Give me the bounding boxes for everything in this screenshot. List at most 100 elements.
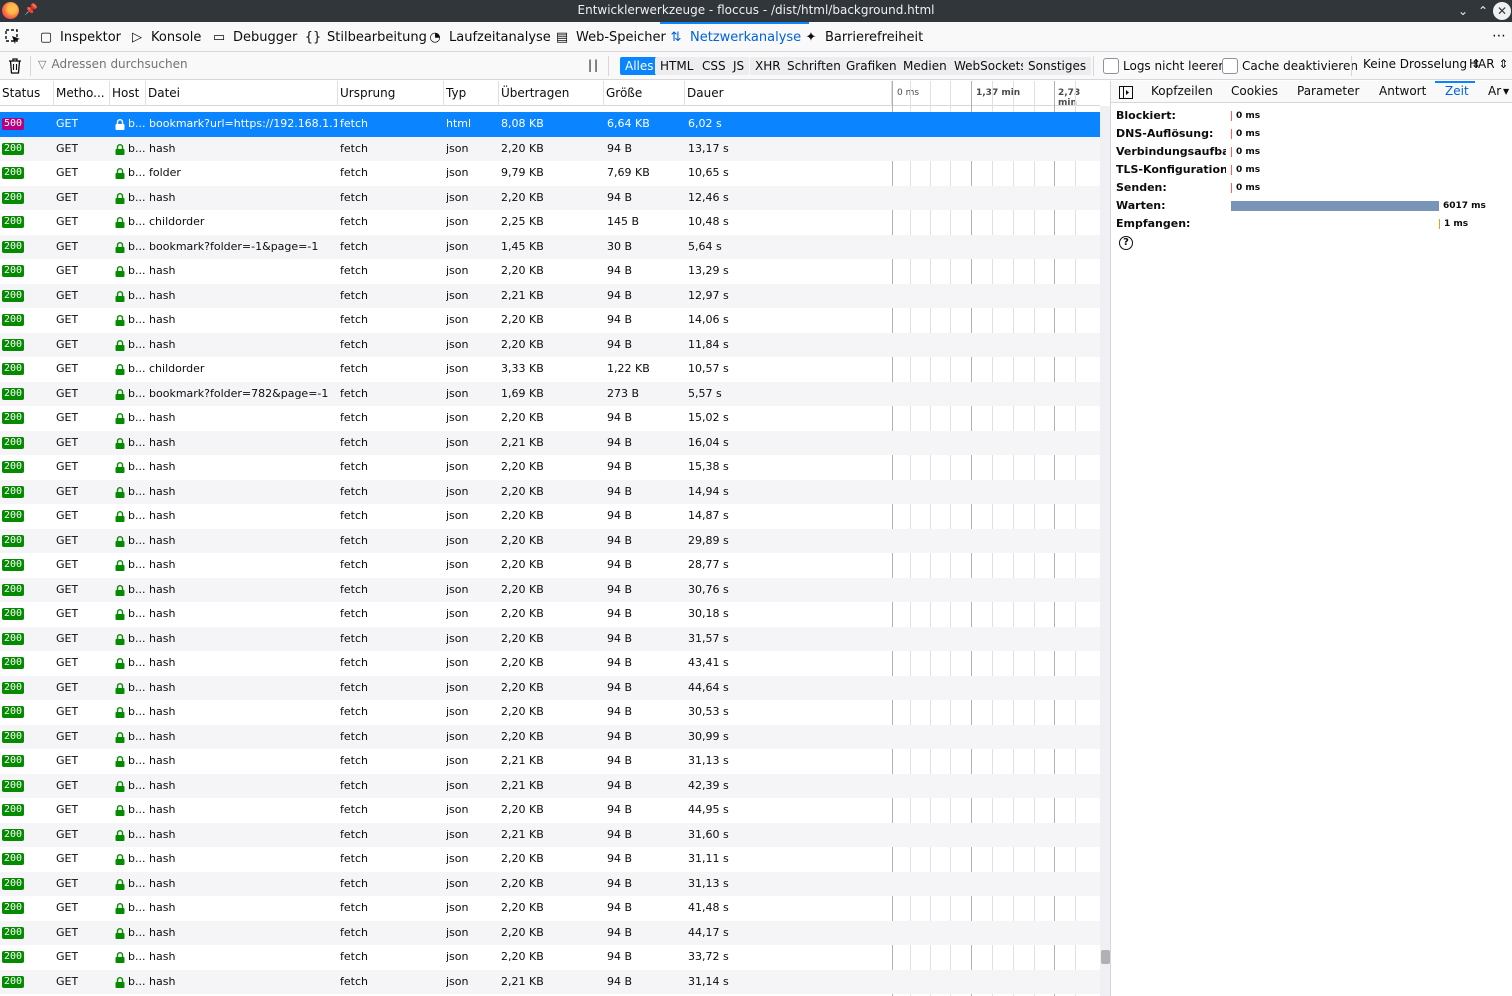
filter-type-xhr[interactable]: XHR (750, 57, 786, 75)
pause-recording-button[interactable]: || (588, 58, 600, 72)
toggle-sidebar-icon[interactable] (1119, 86, 1133, 99)
tab-laufzeitanalyse[interactable]: ◔ Laufzeitanalyse (427, 22, 550, 52)
tab-konsole[interactable]: ▷ Konsole (129, 22, 201, 52)
table-row[interactable]: 200 GET b... childorder fetch json 2,25 KB 145 … (0, 210, 1100, 235)
table-row[interactable]: 200 GET b... hash fetch json 2,20 KB 94 B 14,06 … (0, 308, 1100, 333)
checkbox-box[interactable] (1103, 58, 1119, 74)
tabs-overflow-arrow-icon[interactable]: ▼ (1503, 87, 1509, 96)
table-row[interactable]: 200 GET b... hash fetch json 2,20 KB 94 B 12,46 … (0, 185, 1100, 210)
maximize-button[interactable]: ⌃ (1474, 2, 1492, 20)
table-row[interactable]: 200 GET b... hash fetch json 2,21 KB 94 B 31,13 … (0, 749, 1100, 774)
table-row[interactable]: 200 GET b... hash fetch json 2,20 KB 94 B 11,84 … (0, 332, 1100, 357)
table-row[interactable]: 200 GET b... hash fetch json 2,20 KB 94 B 31,13 … (0, 871, 1100, 896)
tab-barrierefreiheit[interactable]: ✦ Barrierefreiheit (803, 22, 924, 52)
table-row[interactable]: 200 GET b... hash fetch json 2,21 KB 94 B 16,04 … (0, 430, 1100, 455)
cell-size: 94 B (607, 925, 633, 939)
table-row[interactable]: 200 GET b... hash fetch json 2,21 KB 94 B 31,14 … (0, 969, 1100, 994)
column-header-ursprung[interactable]: Ursprung (338, 81, 444, 106)
table-row[interactable]: 200 GET b... hash fetch json 2,20 KB 94 B 30,99 … (0, 724, 1100, 749)
table-row[interactable]: 200 GET b... bookmark?folder=-1&page=-1 fetc… (0, 234, 1100, 259)
cell-file: hash (149, 754, 176, 767)
column-header-host[interactable]: Host (110, 81, 146, 106)
cell-transferred: 2,20 KB (501, 460, 544, 473)
tab-stilbearbeitung[interactable]: {} Stilbearbeitung (305, 22, 427, 52)
requests-scrollbar-thumb[interactable] (1101, 950, 1110, 964)
help-icon[interactable]: ? (1119, 236, 1133, 250)
filter-type-alles[interactable]: Alles (620, 57, 659, 75)
table-row-selected[interactable]: 500 GET b... bookmark?url=https://192.168.1… (0, 112, 1100, 137)
overflow-menu-icon[interactable]: ⋯ (1492, 28, 1506, 44)
table-row[interactable]: 200 GET b... hash fetch json 2,20 KB 94 B 14,94 … (0, 479, 1100, 504)
table-row[interactable]: 200 GET b... hash fetch json 2,20 KB 94 B 44,64 … (0, 675, 1100, 700)
persist-logs-checkbox[interactable]: Logs nicht leeren (1103, 58, 1226, 74)
column-header-metho[interactable]: Metho... (54, 81, 110, 106)
filter-type-grafiken[interactable]: Grafiken (841, 57, 902, 75)
cell-file: hash (149, 607, 176, 620)
table-row[interactable]: 200 GET b... hash fetch json 2,20 KB 94 B 43,41 … (0, 651, 1100, 676)
cell-type: json (446, 901, 469, 914)
cell-type: json (446, 533, 469, 547)
column-header-datei[interactable]: Datei (146, 81, 338, 106)
har-menu-button[interactable]: HAR ⇕ (1469, 57, 1508, 71)
column-header-dauer[interactable]: Dauer (685, 81, 892, 106)
element-picker-icon[interactable] (5, 29, 21, 45)
table-row[interactable]: 200 GET b... hash fetch json 2,20 KB 94 B 44,95 … (0, 798, 1100, 823)
table-row[interactable]: 200 GET b... hash fetch json 2,20 KB 94 B 41,48 … (0, 896, 1100, 921)
close-button[interactable]: ✕ (1493, 2, 1511, 20)
cell-file: hash (149, 705, 176, 718)
table-row[interactable]: 200 GET b... hash fetch json 2,20 KB 94 B 15,02 … (0, 406, 1100, 431)
details-tab-cookies[interactable]: Cookies (1231, 84, 1278, 98)
table-row[interactable]: 200 GET b... hash fetch json 2,20 KB 94 B 44,17 … (0, 920, 1100, 945)
table-row[interactable]: 200 GET b... hash fetch json 2,21 KB 94 B 31,60 … (0, 822, 1100, 847)
table-row[interactable]: 200 GET b... childorder fetch json 3,33 KB 1,22… (0, 357, 1100, 382)
table-row[interactable]: 200 GET b... hash fetch json 2,20 KB 94 B 30,53 … (0, 700, 1100, 725)
table-row[interactable]: 200 GET b... hash fetch json 2,21 KB 94 B 42,39 … (0, 773, 1100, 798)
table-row[interactable]: 200 GET b... hash fetch json 2,20 KB 94 B 31,11 … (0, 847, 1100, 872)
tab-inspektor[interactable]: ▢ Inspektor (38, 22, 121, 52)
table-row[interactable]: 200 GET b... hash fetch json 2,21 KB 94 B 12,97 … (0, 283, 1100, 308)
filter-type-css[interactable]: CSS (697, 57, 731, 75)
filter-type-js[interactable]: JS (728, 57, 750, 75)
cell-host: b... (128, 656, 146, 669)
filter-type-schriften[interactable]: Schriften (782, 57, 846, 75)
tab-debugger[interactable]: ▭ Debugger (211, 22, 298, 52)
cell-host: b... (128, 337, 146, 351)
table-row[interactable]: 200 GET b... hash fetch json 2,20 KB 94 B 13,17 … (0, 136, 1100, 161)
details-tab-antwort[interactable]: Antwort (1379, 84, 1426, 98)
tab-web-speicher[interactable]: ▤ Web-Speicher (554, 22, 666, 52)
timing-value: 0 ms (1236, 129, 1261, 139)
table-row[interactable]: 200 GET b... hash fetch json 2,20 KB 94 B 13,29 … (0, 259, 1100, 284)
clear-trash-icon[interactable] (8, 58, 22, 74)
details-tab-parameter[interactable]: Parameter (1297, 84, 1359, 98)
table-row[interactable]: 200 GET b... hash fetch json 2,20 KB 94 B 30,18 … (0, 602, 1100, 627)
column-header-größe[interactable]: Größe (604, 81, 685, 106)
details-tab-kopfzeilen[interactable]: Kopfzeilen (1151, 84, 1213, 98)
throttling-select[interactable]: Keine Drosselung ⇕ (1363, 57, 1481, 71)
requests-scrollbar[interactable] (1100, 106, 1110, 996)
table-row[interactable]: 200 GET b... hash fetch json 2,20 KB 94 B 28,77 … (0, 553, 1100, 578)
filter-type-medien[interactable]: Medien (898, 57, 952, 75)
column-header-status[interactable]: Status (0, 81, 54, 106)
table-row[interactable]: 200 GET b... hash fetch json 2,20 KB 94 B 14,87 … (0, 504, 1100, 529)
table-row[interactable]: 200 GET b... hash fetch json 2,20 KB 94 B 30,76 … (0, 577, 1100, 602)
cell-type: json (446, 656, 469, 669)
table-row[interactable]: 200 GET b... hash fetch json 2,20 KB 94 B 29,89 … (0, 528, 1100, 553)
tab-netzwerkanalyse[interactable]: ⇅ Netzwerkanalyse (659, 22, 810, 52)
details-tab-ar[interactable]: Ar (1488, 84, 1501, 98)
column-header-übertragen[interactable]: Übertragen (499, 81, 604, 106)
filter-type-websockets[interactable]: WebSockets (949, 57, 1032, 75)
table-row[interactable]: 200 GET b... folder fetch json 9,79 KB 7,69 KB 1… (0, 161, 1100, 186)
column-header-typ[interactable]: Typ (444, 81, 499, 106)
minimize-button[interactable]: ⌄ (1454, 2, 1472, 20)
filter-type-html[interactable]: HTML (655, 57, 699, 75)
checkbox-box[interactable] (1222, 58, 1238, 74)
cell-transferred: 9,79 KB (501, 166, 544, 179)
disable-cache-checkbox[interactable]: Cache deaktivieren (1222, 58, 1358, 74)
table-row[interactable]: 200 GET b... hash fetch json 2,20 KB 94 B 15,38 … (0, 455, 1100, 480)
filter-type-sonstiges[interactable]: Sonstiges (1023, 57, 1092, 75)
details-tab-zeit[interactable]: Zeit (1445, 84, 1469, 98)
table-row[interactable]: 200 GET b... hash fetch json 2,20 KB 94 B 31,57 … (0, 626, 1100, 651)
table-row[interactable]: 200 GET b... hash fetch json 2,20 KB 94 B 33,72 … (0, 945, 1100, 970)
url-filter-input[interactable]: ▽ Adressen durchsuchen (38, 57, 188, 71)
table-row[interactable]: 200 GET b... bookmark?folder=782&page=-1 fet… (0, 381, 1100, 406)
